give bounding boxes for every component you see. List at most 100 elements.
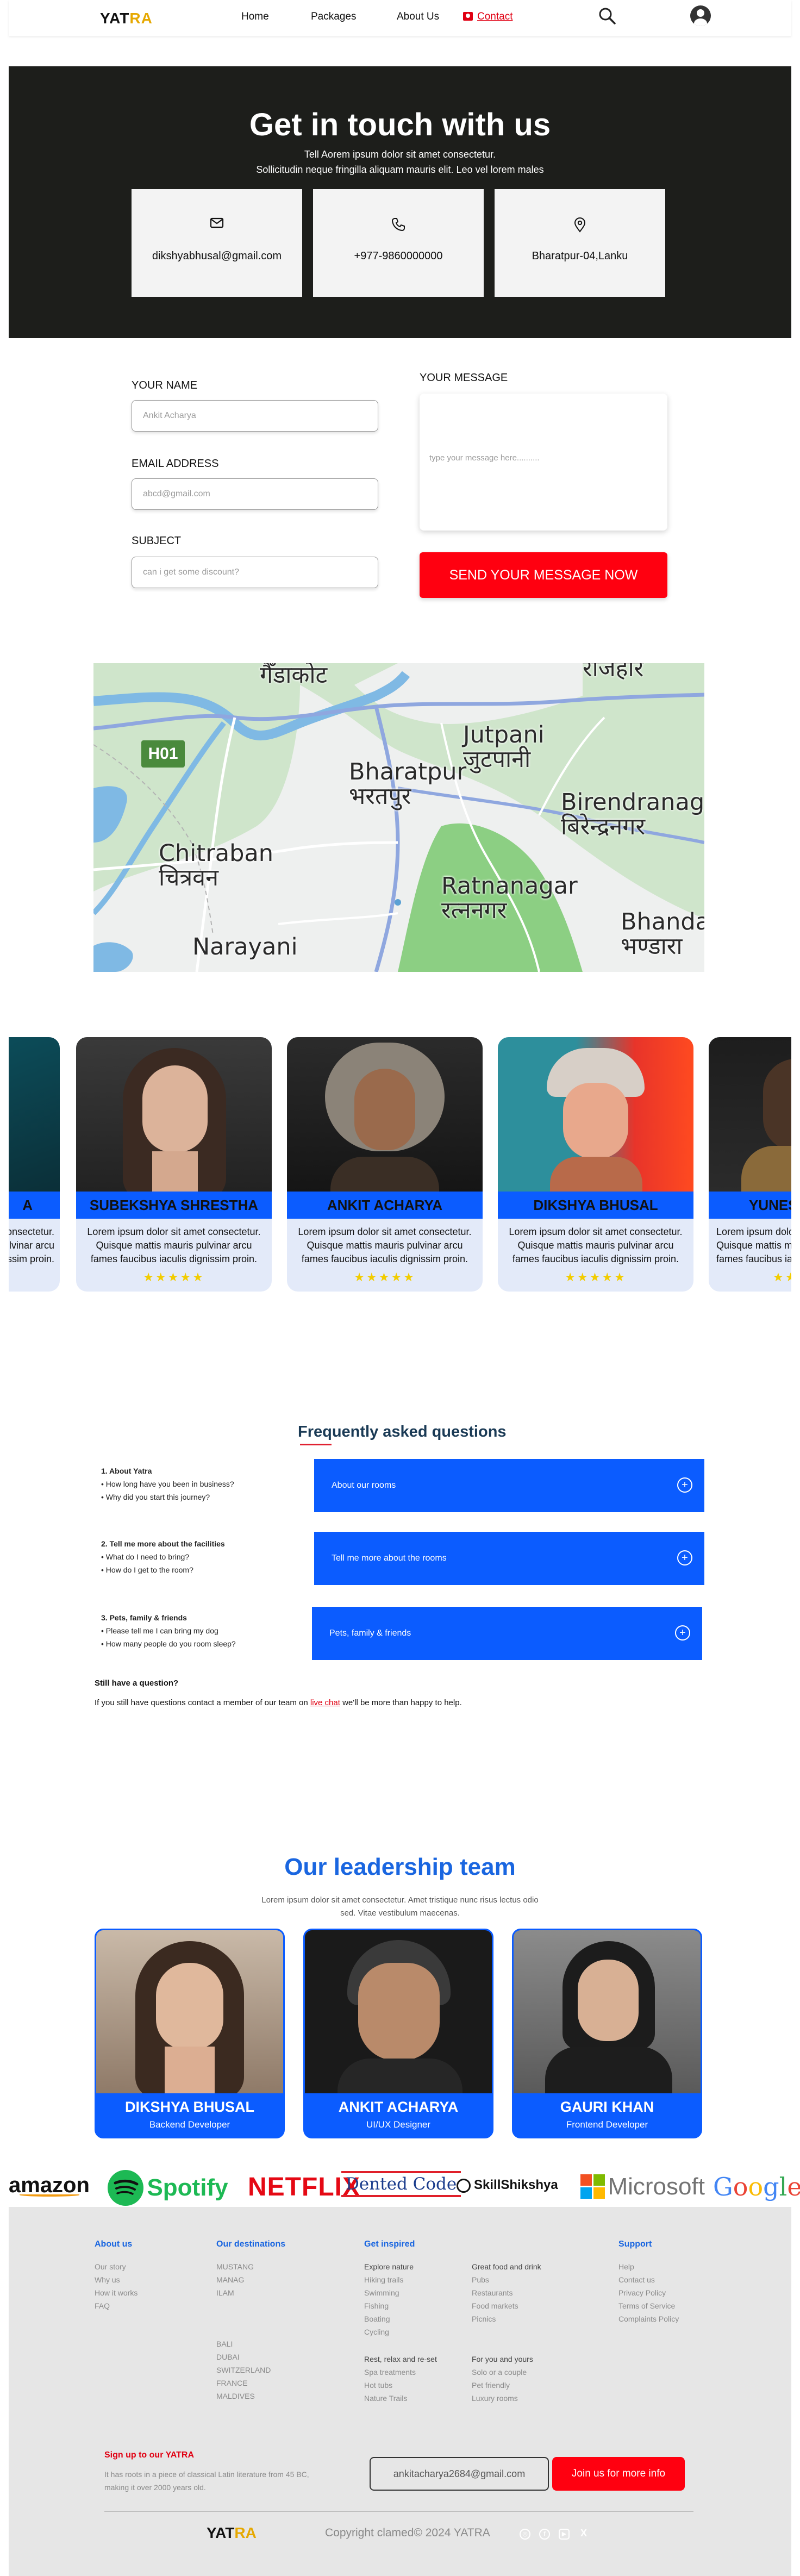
expand-icon[interactable]: + <box>675 1625 690 1641</box>
skillshikshya-logo: SkillShikshya <box>457 2178 558 2193</box>
hero-title: Get in touch with us <box>249 107 551 142</box>
leader-name: DIKSHYA BHUSAL <box>124 2099 255 2115</box>
faq-bar-rooms[interactable]: About our rooms + <box>314 1459 704 1512</box>
hero-subtitle: Tell Aorem ipsum dolor sit amet consecte… <box>256 149 544 175</box>
faq-help-text: If you still have questions contact a me… <box>95 1698 462 1707</box>
leader-role: UI/UX Designer <box>366 2119 431 2130</box>
faq-group-2: 2. Tell me more about the facilities • W… <box>101 1539 225 1574</box>
spotify-icon <box>108 2170 143 2206</box>
person-card[interactable]: YUNES Lorem ipsum dolor sit amet consect… <box>709 1037 791 1292</box>
phone-icon <box>391 218 405 232</box>
contact-hero: Get in touch with us Tell Aorem ipsum do… <box>9 66 791 338</box>
youtube-icon[interactable]: ▶ <box>559 2529 570 2540</box>
leader-photo <box>96 1930 283 2093</box>
faq-bar-pets[interactable]: Pets, family & friends + <box>312 1607 702 1660</box>
person-description: Lorem ipsum dolor sit amet consectetur. … <box>298 1226 472 1264</box>
person-description: Lorem ipsum dolor sit amet consectetur. … <box>509 1226 683 1264</box>
location-text: Bharatpur-04,Lanku <box>532 250 628 262</box>
google-logo: Google <box>713 2172 800 2201</box>
footer-support-heading: Support <box>618 2240 652 2249</box>
footer-foryou-links[interactable]: Solo or a couple Pet friendly Luxury rooms <box>472 2366 527 2405</box>
amazon-logo: amazon <box>9 2173 90 2197</box>
email-input[interactable]: abcd@gmail.com <box>132 478 378 510</box>
faq-title-underline <box>300 1444 332 1445</box>
person-name: SUBEKSHYA SHRESTHA <box>76 1192 272 1219</box>
map-label-gandakot: गैँडाकोट <box>260 663 328 689</box>
expand-icon[interactable]: + <box>677 1550 692 1565</box>
footer-inspired-heading: Get inspired <box>364 2240 415 2249</box>
person-card[interactable]: ANKIT ACHARYA Lorem ipsum dolor sit amet… <box>287 1037 483 1292</box>
footer-divider <box>104 2511 693 2512</box>
signup-heading: Sign up to our YATRA <box>104 2450 195 2460</box>
nav-home-link[interactable]: Home <box>241 11 269 23</box>
email-label: EMAIL ADDRESS <box>132 458 219 470</box>
nav-contact-link[interactable]: Contact <box>463 11 512 23</box>
footer-relax-heading: Rest, relax and re-set <box>364 2355 437 2363</box>
person-card[interactable]: A Lorem ipsum dolor sit amet consectetur… <box>9 1037 60 1292</box>
faq-still-question: Still have a question? <box>95 1679 179 1688</box>
leader-photo <box>514 1930 701 2093</box>
nav-packages-link[interactable]: Packages <box>311 11 356 23</box>
rating-stars: ★★★★★ <box>565 1271 627 1284</box>
message-textarea[interactable]: type your message here.......... <box>420 394 667 531</box>
user-account-icon[interactable] <box>690 5 711 26</box>
signup-email-input[interactable]: ankitacharya2684@gmail.com <box>370 2457 549 2491</box>
email-card[interactable]: dikshyabhusal@gmail.com <box>132 189 302 297</box>
send-message-button[interactable]: SEND YOUR MESSAGE NOW <box>420 552 667 598</box>
location-map[interactable]: गैँडाकोट राजहार H01 Bharatpur भरतपुर Jutp… <box>93 663 704 972</box>
signup-text: It has roots in a piece of classical Lat… <box>104 2470 309 2492</box>
person-description: Lorem ipsum dolor sit amet consectetur. … <box>87 1226 261 1264</box>
expand-icon[interactable]: + <box>677 1477 692 1493</box>
person-name: YUNES <box>709 1192 791 1219</box>
subject-input[interactable]: can i get some discount? <box>132 557 378 588</box>
person-photo <box>498 1037 693 1192</box>
location-card[interactable]: Bharatpur-04,Lanku <box>495 189 665 297</box>
location-icon <box>574 217 586 233</box>
rating-stars: ★★★★★ <box>143 1271 205 1284</box>
search-icon[interactable] <box>598 7 616 25</box>
leader-card[interactable]: GAURI KHAN Frontend Developer <box>512 1929 702 2138</box>
person-card[interactable]: DIKSHYA BHUSAL Lorem ipsum dolor sit ame… <box>498 1037 693 1292</box>
person-name: ANKIT ACHARYA <box>287 1192 483 1219</box>
yatra-logo[interactable]: YATRA <box>100 10 153 27</box>
footer-relax-links[interactable]: Spa treatments Hot tubs Nature Trails <box>364 2366 416 2405</box>
highway-shield: H01 <box>141 740 185 768</box>
footer-destinations-heading: Our destinations <box>216 2240 286 2249</box>
microsoft-icon <box>580 2174 605 2199</box>
name-input[interactable]: Ankit Acharya <box>132 400 378 432</box>
join-button[interactable]: Join us for more info <box>552 2457 685 2491</box>
leader-card[interactable]: DIKSHYA BHUSAL Backend Developer <box>95 1929 285 2138</box>
nav-about-link[interactable]: About Us <box>397 11 439 23</box>
person-description: Lorem ipsum dolor sit amet consectetur. … <box>9 1226 54 1264</box>
map-label-narayani: Narayani <box>192 933 298 960</box>
footer-food-heading: Great food and drink <box>472 2262 541 2271</box>
footer-about-links[interactable]: Our story Why us How it works FAQ <box>95 2260 138 2312</box>
subject-label: SUBJECT <box>132 535 182 547</box>
footer-destinations-links-2[interactable]: BALI DUBAI SWITZERLAND FRANCE MALDIVES <box>216 2337 271 2403</box>
footer-explore-links[interactable]: Hiking trails Swimming Fishing Boating Cycli… <box>364 2273 403 2338</box>
footer-destinations-links[interactable]: MUSTANG MANAG ILAM <box>216 2260 254 2299</box>
leader-role: Backend Developer <box>149 2119 230 2130</box>
email-text: dikshyabhusal@gmail.com <box>152 250 282 262</box>
live-chat-link[interactable]: live chat <box>310 1698 340 1707</box>
rating-stars: ★★★★★ <box>773 1271 791 1284</box>
person-name: A <box>9 1192 60 1219</box>
facebook-icon[interactable]: f <box>539 2529 550 2540</box>
leader-photo <box>305 1930 492 2093</box>
people-carousel[interactable]: A Lorem ipsum dolor sit amet consectetur… <box>9 1033 791 1299</box>
microsoft-logo: Microsoft <box>580 2173 705 2200</box>
faq-group-1: 1. About Yatra • How long have you been … <box>101 1467 234 1501</box>
instagram-icon[interactable]: ◎ <box>520 2529 530 2540</box>
footer-food-links[interactable]: Pubs Restaurants Food markets Picnics <box>472 2273 518 2325</box>
map-label-jutpani: Jutpani जुटपानी <box>463 721 545 774</box>
phone-card[interactable]: +977-9860000000 <box>313 189 484 297</box>
footer-logo[interactable]: YATRA <box>207 2524 257 2542</box>
person-photo <box>709 1037 791 1192</box>
leader-card[interactable]: ANKIT ACHARYA UI/UX Designer <box>303 1929 493 2138</box>
person-card[interactable]: SUBEKSHYA SHRESTHA Lorem ipsum dolor sit… <box>76 1037 272 1292</box>
phone-text: +977-9860000000 <box>354 250 443 262</box>
map-label-chitraban: Chitraban चित्रवन <box>159 840 274 892</box>
x-twitter-icon[interactable]: X <box>578 2528 589 2540</box>
faq-bar-facilities[interactable]: Tell me more about the rooms + <box>314 1532 704 1585</box>
footer-support-links[interactable]: Help Contact us Privacy Policy Terms of Ser… <box>618 2260 679 2325</box>
